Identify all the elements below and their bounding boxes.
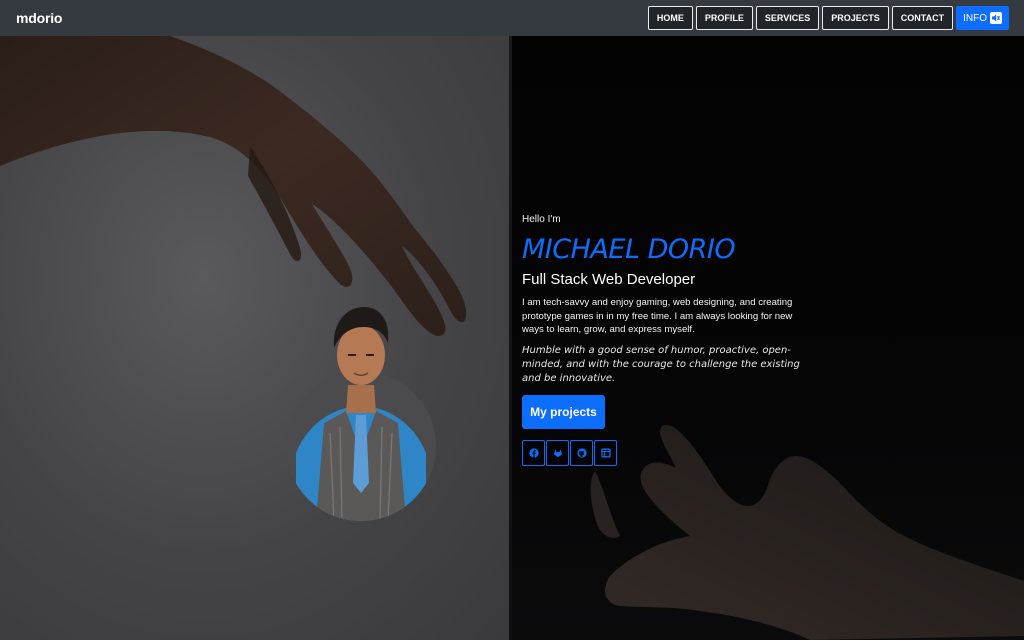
- window-icon: [600, 448, 611, 457]
- social-links: [522, 439, 812, 466]
- hero-motto: Humble with a good sense of humor, proac…: [522, 344, 800, 384]
- nav-home-button[interactable]: HOME: [647, 6, 693, 30]
- hero-bio: I am tech-savvy and enjoy gaming, web de…: [522, 297, 793, 335]
- intro-block: Hello I'm MICHAEL DORIO Full Stack Web D…: [522, 214, 812, 466]
- website-link[interactable]: [594, 439, 617, 466]
- hero-divider: [509, 36, 512, 640]
- brand-logo[interactable]: mdorio: [16, 10, 62, 26]
- hero-role: Full Stack Web Developer: [522, 271, 696, 288]
- nav-info-button[interactable]: INFO: [956, 6, 1009, 30]
- nav-projects-button[interactable]: PROJECTS: [822, 6, 889, 30]
- greeting-text: Hello I'm: [522, 214, 561, 225]
- profile-avatar: [286, 307, 436, 521]
- facebook-link[interactable]: [522, 439, 545, 466]
- gitlab-link[interactable]: [546, 439, 569, 466]
- nav-profile-button[interactable]: PROFILE: [695, 6, 753, 30]
- my-projects-button[interactable]: My projects: [522, 394, 605, 429]
- hero-section: Hello I'm MICHAEL DORIO Full Stack Web D…: [0, 36, 1024, 640]
- github-icon: [576, 447, 587, 458]
- navbar: mdorio HOME PROFILE SERVICES PROJECTS CO…: [0, 0, 1024, 36]
- gitlab-icon: [553, 448, 562, 457]
- hero-name: MICHAEL DORIO: [522, 234, 736, 265]
- main-nav: HOME PROFILE SERVICES PROJECTS CONTACT I…: [647, 6, 1009, 30]
- nav-services-button[interactable]: SERVICES: [755, 6, 820, 30]
- github-link[interactable]: [570, 439, 593, 466]
- hands-artwork: [0, 36, 1024, 640]
- nav-contact-button[interactable]: CONTACT: [891, 6, 954, 30]
- volume-icon: [990, 12, 1002, 24]
- facebook-icon: [528, 447, 539, 458]
- nav-info-label: INFO: [963, 12, 987, 24]
